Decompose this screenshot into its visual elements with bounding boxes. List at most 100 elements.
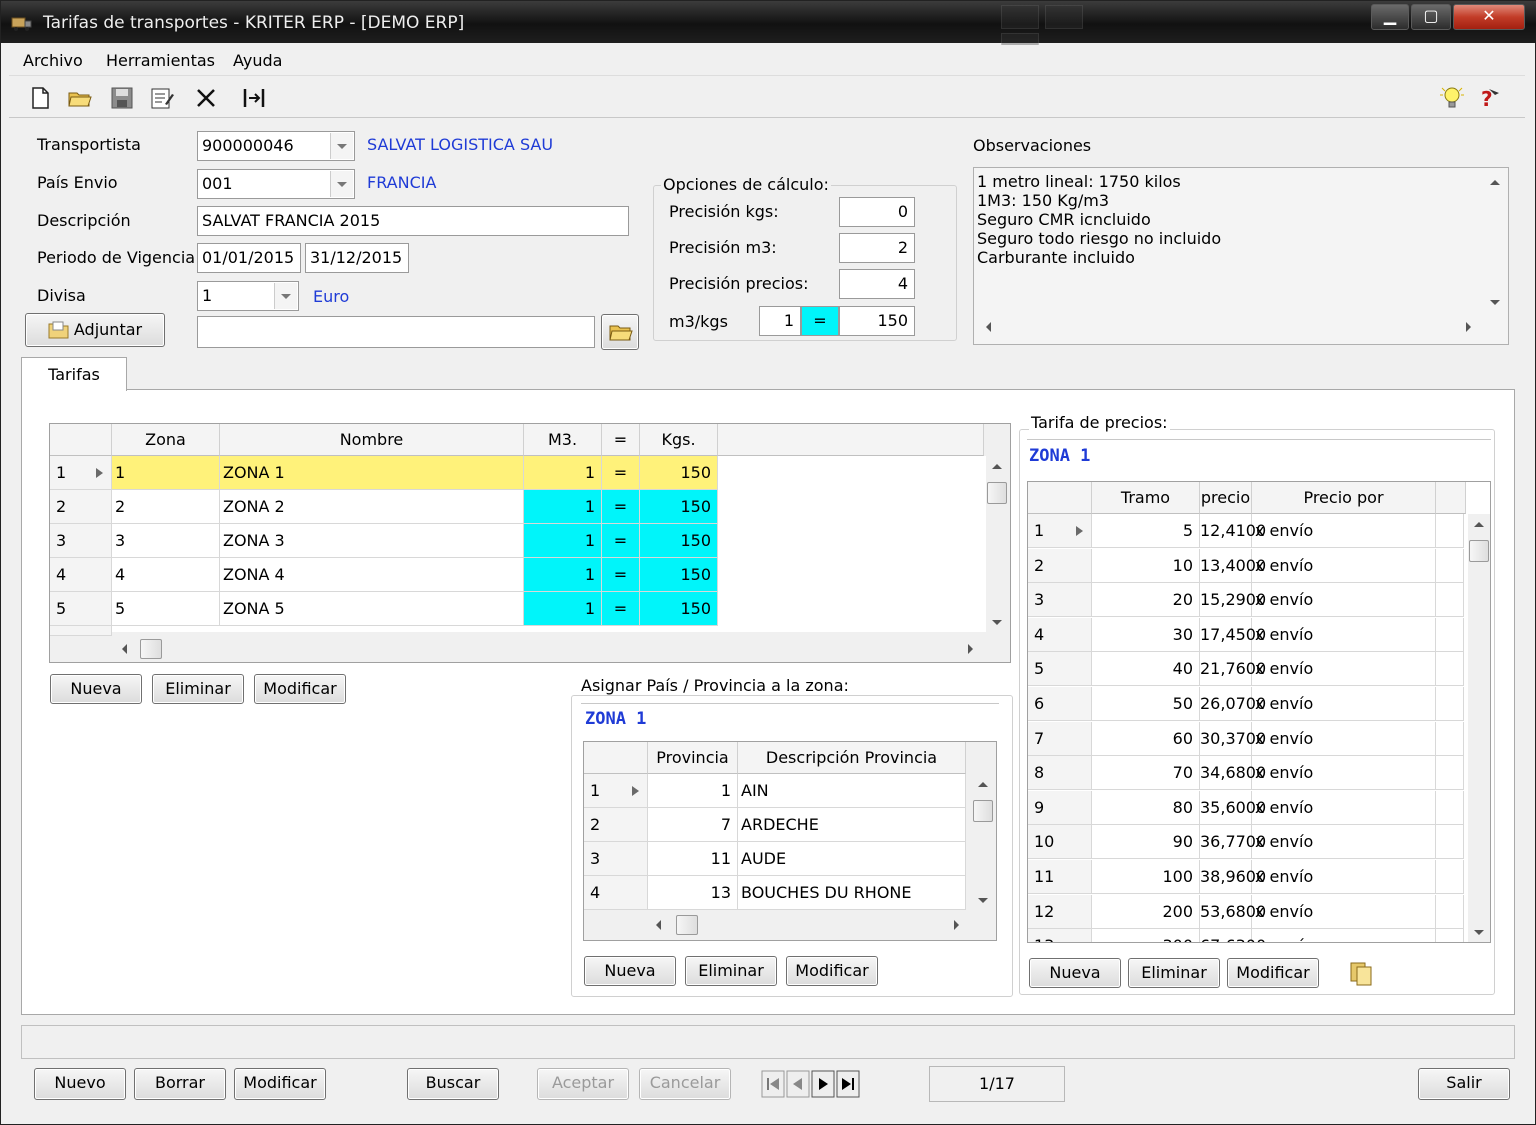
descripcion-label: Descripción (37, 211, 131, 230)
kgs-field[interactable]: 150 (839, 306, 915, 336)
edit-form-icon[interactable] (149, 85, 175, 111)
scroll-right-icon[interactable] (1466, 322, 1471, 332)
aceptar-button[interactable]: Aceptar (537, 1068, 629, 1100)
zonas-eliminar-button[interactable]: Eliminar (152, 674, 244, 704)
scroll-up-icon[interactable] (978, 782, 988, 787)
zonas-hscroll[interactable] (112, 638, 982, 660)
scroll-down-icon[interactable] (992, 620, 1002, 625)
cancelar-button[interactable]: Cancelar (639, 1068, 731, 1100)
zonas-body: 1 1 ZONA 1 1 = 150 2 2 ZONA 2 1 = 150 3 … (50, 456, 986, 636)
tarifa-eliminar-button[interactable]: Eliminar (1128, 958, 1220, 988)
menu-archivo[interactable]: Archivo (23, 51, 83, 70)
fecha-hasta-field[interactable]: 31/12/2015 (305, 243, 409, 273)
zonas-grid: Zona Nombre M3. = Kgs. 1 1 ZONA 1 1 = 15… (49, 423, 1011, 663)
buscar-button[interactable]: Buscar (407, 1068, 499, 1100)
open-folder-icon[interactable] (67, 85, 93, 111)
minimize-button[interactable]: ▁ (1371, 4, 1409, 30)
split-icon[interactable] (241, 85, 267, 111)
lightbulb-icon[interactable] (1439, 85, 1465, 111)
descripcion-field[interactable]: SALVAT FRANCIA 2015 (197, 206, 629, 236)
col-precio-por[interactable]: Precio por (1252, 482, 1436, 514)
chevron-down-icon[interactable] (330, 133, 353, 159)
first-record-icon[interactable] (761, 1069, 785, 1099)
asignar-zona-title: ZONA 1 (585, 709, 647, 729)
provincias-hscroll[interactable] (648, 914, 968, 936)
borrar-button[interactable]: Borrar (134, 1068, 226, 1100)
menu-ayuda[interactable]: Ayuda (233, 51, 282, 70)
salir-button[interactable]: Salir (1418, 1068, 1510, 1100)
save-disk-icon[interactable] (109, 85, 135, 111)
app-window: Tarifas de transportes - KRITER ERP - [D… (0, 0, 1536, 1125)
scroll-down-icon[interactable] (978, 898, 988, 903)
fecha-desde-field[interactable]: 01/01/2015 (197, 243, 301, 273)
asignar-nueva-button[interactable]: Nueva (584, 956, 676, 986)
scroll-right-icon[interactable] (954, 920, 959, 930)
new-row-marker (50, 626, 112, 636)
col-m3[interactable]: M3. (524, 424, 602, 456)
help-icon[interactable]: ? (1477, 85, 1503, 111)
observaciones-textarea[interactable]: 1 metro lineal: 1750 kilos 1M3: 150 Kg/m… (973, 167, 1509, 345)
adjuntar-path-field[interactable] (197, 316, 595, 348)
col-descripcion-provincia[interactable]: Descripción Provincia (738, 742, 966, 774)
prev-record-icon[interactable] (786, 1069, 810, 1099)
scroll-down-icon[interactable] (1474, 930, 1484, 935)
scroll-left-icon[interactable] (986, 322, 991, 332)
new-document-icon[interactable] (27, 85, 53, 111)
open-folder-icon (609, 325, 633, 341)
col-nombre[interactable]: Nombre (220, 424, 524, 456)
tarifa-zona-title: ZONA 1 (1029, 446, 1091, 466)
scroll-left-icon[interactable] (656, 920, 661, 930)
zonas-nueva-button[interactable]: Nueva (50, 674, 142, 704)
tarifa-nueva-button[interactable]: Nueva (1029, 958, 1121, 988)
menu-herramientas[interactable]: Herramientas (106, 51, 215, 70)
scroll-up-icon[interactable] (1490, 180, 1500, 185)
divisa-combo[interactable]: 1 (197, 281, 299, 311)
col-precio[interactable]: precio (1200, 482, 1252, 514)
transportista-combo[interactable]: 900000046 (197, 131, 355, 161)
adjuntar-button[interactable]: Adjuntar (25, 313, 165, 347)
close-button[interactable]: ✕ (1453, 4, 1525, 30)
scroll-up-icon[interactable] (992, 464, 1002, 469)
asignar-modificar-button[interactable]: Modificar (786, 956, 878, 986)
col-tramo[interactable]: Tramo (1092, 482, 1200, 514)
copy-clipboard-icon[interactable] (1347, 959, 1375, 987)
pais-name: FRANCIA (367, 173, 437, 192)
provincias-body: 1 1 AIN 2 7 ARDECHE 3 11 AUDE 4 13 BOUCH… (584, 774, 966, 910)
zonas-vscroll[interactable] (986, 456, 1008, 632)
browse-button[interactable] (601, 314, 639, 350)
col-zona[interactable]: Zona (112, 424, 220, 456)
chevron-down-icon[interactable] (330, 171, 353, 197)
opciones-title: Opciones de cálculo: (661, 175, 831, 194)
tarifa-vscroll[interactable] (1468, 514, 1490, 942)
tab-tarifas[interactable]: Tarifas (21, 357, 127, 391)
delete-x-icon[interactable] (193, 85, 219, 111)
scroll-left-icon[interactable] (122, 644, 127, 654)
precision-kgs-field[interactable]: 0 (839, 197, 915, 227)
col-provincia[interactable]: Provincia (648, 742, 738, 774)
next-record-icon[interactable] (811, 1069, 835, 1099)
chevron-down-icon[interactable] (274, 283, 297, 309)
scroll-up-icon[interactable] (1474, 522, 1484, 527)
m3kgs-label: m3/kgs (669, 312, 728, 331)
precision-precios-field[interactable]: 4 (839, 269, 915, 299)
provincias-vscroll[interactable] (972, 774, 994, 910)
m3-field[interactable]: 1 (759, 306, 801, 336)
tarifa-modificar-button[interactable]: Modificar (1227, 958, 1319, 988)
attach-folder-icon (48, 321, 69, 339)
title-bar: Tarifas de transportes - KRITER ERP - [D… (1, 1, 1536, 57)
col-eq[interactable]: = (602, 424, 640, 456)
precision-m3-field[interactable]: 2 (839, 233, 915, 263)
scroll-right-icon[interactable] (968, 644, 973, 654)
scroll-down-icon[interactable] (1490, 300, 1500, 305)
nuevo-button[interactable]: Nuevo (34, 1068, 126, 1100)
divisa-name: Euro (313, 287, 350, 306)
pais-label: País Envio (37, 173, 118, 192)
last-record-icon[interactable] (836, 1069, 860, 1099)
maximize-button[interactable]: ▢ (1411, 4, 1451, 30)
col-kgs[interactable]: Kgs. (640, 424, 718, 456)
zonas-modificar-button[interactable]: Modificar (254, 674, 346, 704)
modificar-button[interactable]: Modificar (234, 1068, 326, 1100)
tarifa-title: Tarifa de precios: (1029, 413, 1170, 432)
asignar-eliminar-button[interactable]: Eliminar (685, 956, 777, 986)
pais-combo[interactable]: 001 (197, 169, 355, 199)
